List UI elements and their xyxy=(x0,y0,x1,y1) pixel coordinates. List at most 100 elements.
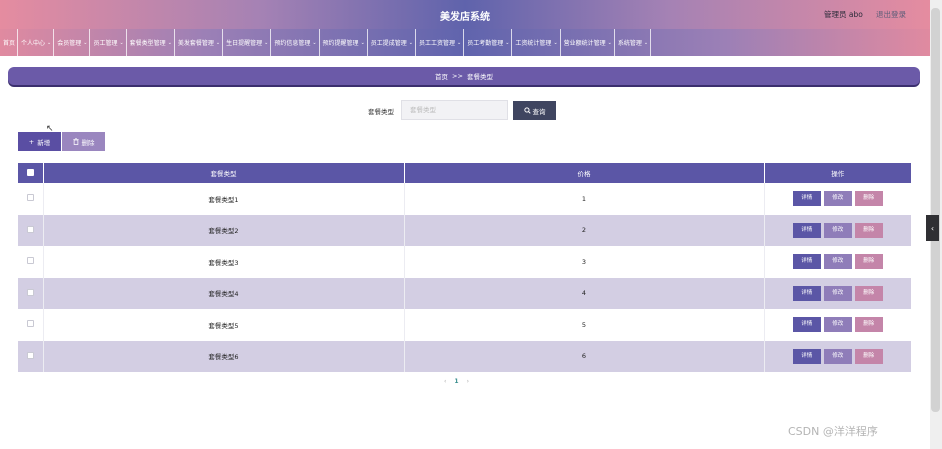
chevron-down-icon: ⌄ xyxy=(167,39,172,46)
row-checkbox[interactable] xyxy=(26,194,34,202)
search-button-label: 查询 xyxy=(532,107,546,116)
delete-button[interactable]: 删除 xyxy=(854,222,883,238)
nav-item-label: 会员管理 xyxy=(57,40,82,47)
table-row: 套餐类型6 6 详情 修改 删除 xyxy=(18,340,911,372)
main-nav: 首页 个人中心 ⌄ 会员管理 ⌄ 员工管理 ⌄ 套餐类型管理 ⌄ 美发套餐管理 ⌄ 生日提醒管理 ⌄ 预约… xyxy=(0,29,930,56)
row-checkbox[interactable] xyxy=(26,351,34,359)
row-checkbox[interactable] xyxy=(26,288,34,296)
app-title: 美发店系统 xyxy=(440,12,490,23)
cell-package-type: 套餐类型3 xyxy=(43,246,405,278)
chevron-down-icon: ⌄ xyxy=(408,39,413,46)
nav-item-5[interactable]: 美发套餐管理 ⌄ xyxy=(175,29,224,56)
chevron-down-icon: ⌄ xyxy=(457,39,462,46)
nav-item-1[interactable]: 个人中心 ⌄ xyxy=(18,29,55,56)
nav-item-label: 营业额统计管理 xyxy=(563,40,606,47)
search-label: 套餐类型 xyxy=(368,108,394,116)
nav-item-3[interactable]: 员工管理 ⌄ xyxy=(90,29,127,56)
nav-item-label: 员工工资管理 xyxy=(418,40,455,47)
detail-button[interactable]: 详情 xyxy=(792,222,821,238)
delete-button[interactable]: 删除 xyxy=(854,254,883,270)
table-row: 套餐类型1 1 详情 修改 删除 xyxy=(18,183,911,215)
breadcrumb-home[interactable]: 首页 xyxy=(435,71,448,81)
breadcrumb-separator: >> xyxy=(452,72,463,80)
cell-actions: 详情 修改 删除 xyxy=(764,246,911,278)
chevron-down-icon: ⌄ xyxy=(312,39,317,46)
search-button[interactable]: 查询 xyxy=(513,101,556,120)
cell-package-type: 套餐类型6 xyxy=(43,340,405,372)
cell-actions: 详情 修改 删除 xyxy=(764,277,911,309)
edit-button[interactable]: 修改 xyxy=(823,317,852,333)
nav-item-9[interactable]: 员工提成管理 ⌄ xyxy=(368,29,416,56)
breadcrumb-current: 套餐类型 xyxy=(466,73,493,81)
logout-link[interactable]: 退出登录 xyxy=(876,9,906,20)
chevron-down-icon: ⌄ xyxy=(119,39,124,46)
row-select-cell xyxy=(18,277,44,309)
top-header: 美发店系统 管理员 abo 退出登录 xyxy=(0,0,930,29)
add-button-label: 新增 xyxy=(37,138,51,147)
row-checkbox[interactable] xyxy=(26,320,34,328)
edit-button[interactable]: 修改 xyxy=(823,222,852,238)
next-page-button[interactable]: › xyxy=(467,378,469,385)
nav-item-12[interactable]: 工资统计管理 ⌄ xyxy=(512,29,561,56)
row-select-cell xyxy=(18,183,44,215)
nav-item-label: 预约信息管理 xyxy=(274,40,311,47)
detail-button[interactable]: 详情 xyxy=(792,285,821,301)
nav-item-13[interactable]: 营业额统计管理 ⌄ xyxy=(561,29,615,56)
delete-button[interactable]: 删除 xyxy=(854,317,883,333)
nav-item-0[interactable]: 首页 xyxy=(0,29,19,56)
detail-button[interactable]: 详情 xyxy=(792,317,821,333)
table-header-row: 套餐类型 价格 操作 xyxy=(18,163,911,183)
row-select-cell xyxy=(18,246,44,278)
page-number-current[interactable]: 1 xyxy=(454,378,458,385)
chevron-down-icon: ⌄ xyxy=(215,39,221,46)
detail-button[interactable]: 详情 xyxy=(792,191,821,207)
search-icon xyxy=(523,107,531,114)
column-header-actions: 操作 xyxy=(764,163,911,183)
breadcrumb: 首页 >> 套餐类型 xyxy=(8,67,920,85)
table-row: 套餐类型3 3 详情 修改 删除 xyxy=(18,246,911,278)
search-input[interactable] xyxy=(401,100,508,120)
side-panel-toggle[interactable]: ‹ xyxy=(926,215,939,241)
row-checkbox[interactable] xyxy=(26,225,34,233)
batch-delete-button[interactable]: 删除 xyxy=(62,132,105,151)
cell-actions: 详情 修改 删除 xyxy=(764,340,911,372)
cell-price: 6 xyxy=(404,340,765,372)
pagination: ‹ 1 › xyxy=(444,378,469,385)
delete-button[interactable]: 删除 xyxy=(854,285,883,301)
cell-actions: 详情 修改 删除 xyxy=(764,214,911,246)
cell-package-type: 套餐类型1 xyxy=(43,183,405,215)
detail-button[interactable]: 详情 xyxy=(792,348,821,364)
nav-item-11[interactable]: 员工考勤管理 ⌄ xyxy=(464,29,513,56)
scrollbar-thumb[interactable] xyxy=(931,8,940,412)
nav-item-14[interactable]: 系统管理 ⌄ xyxy=(615,29,652,56)
edit-button[interactable]: 修改 xyxy=(823,285,852,301)
cell-price: 2 xyxy=(404,214,765,246)
nav-item-2[interactable]: 会员管理 ⌄ xyxy=(54,29,91,56)
plus-icon: + xyxy=(28,137,35,146)
column-header-price: 价格 xyxy=(404,163,765,183)
edit-button[interactable]: 修改 xyxy=(823,254,852,270)
prev-page-button[interactable]: ‹ xyxy=(444,378,446,385)
edit-button[interactable]: 修改 xyxy=(823,348,852,364)
nav-item-8[interactable]: 预约提醒管理 ⌄ xyxy=(320,29,368,56)
chevron-down-icon: ⌄ xyxy=(607,39,612,46)
chevron-down-icon: ⌄ xyxy=(83,39,88,46)
delete-button[interactable]: 删除 xyxy=(854,191,883,207)
select-all-checkbox[interactable] xyxy=(26,168,34,176)
table-row: 套餐类型2 2 详情 修改 删除 xyxy=(18,214,911,246)
nav-item-7[interactable]: 预约信息管理 ⌄ xyxy=(271,29,320,56)
chevron-down-icon: ⌄ xyxy=(47,39,52,46)
nav-item-label: 系统管理 xyxy=(617,40,642,47)
trash-icon xyxy=(72,138,79,145)
cell-actions: 详情 修改 删除 xyxy=(764,309,911,341)
nav-item-4[interactable]: 套餐类型管理 ⌄ xyxy=(127,29,175,56)
nav-item-10[interactable]: 员工工资管理 ⌄ xyxy=(416,29,465,56)
edit-button[interactable]: 修改 xyxy=(823,191,852,207)
delete-button[interactable]: 删除 xyxy=(854,348,883,364)
row-checkbox[interactable] xyxy=(26,257,34,265)
add-button[interactable]: + 新增 xyxy=(18,132,61,151)
nav-item-6[interactable]: 生日提醒管理 ⌄ xyxy=(223,29,272,56)
chevron-down-icon: ⌄ xyxy=(360,39,365,46)
admin-user-label: 管理员 abo xyxy=(824,10,863,19)
detail-button[interactable]: 详情 xyxy=(792,254,821,270)
